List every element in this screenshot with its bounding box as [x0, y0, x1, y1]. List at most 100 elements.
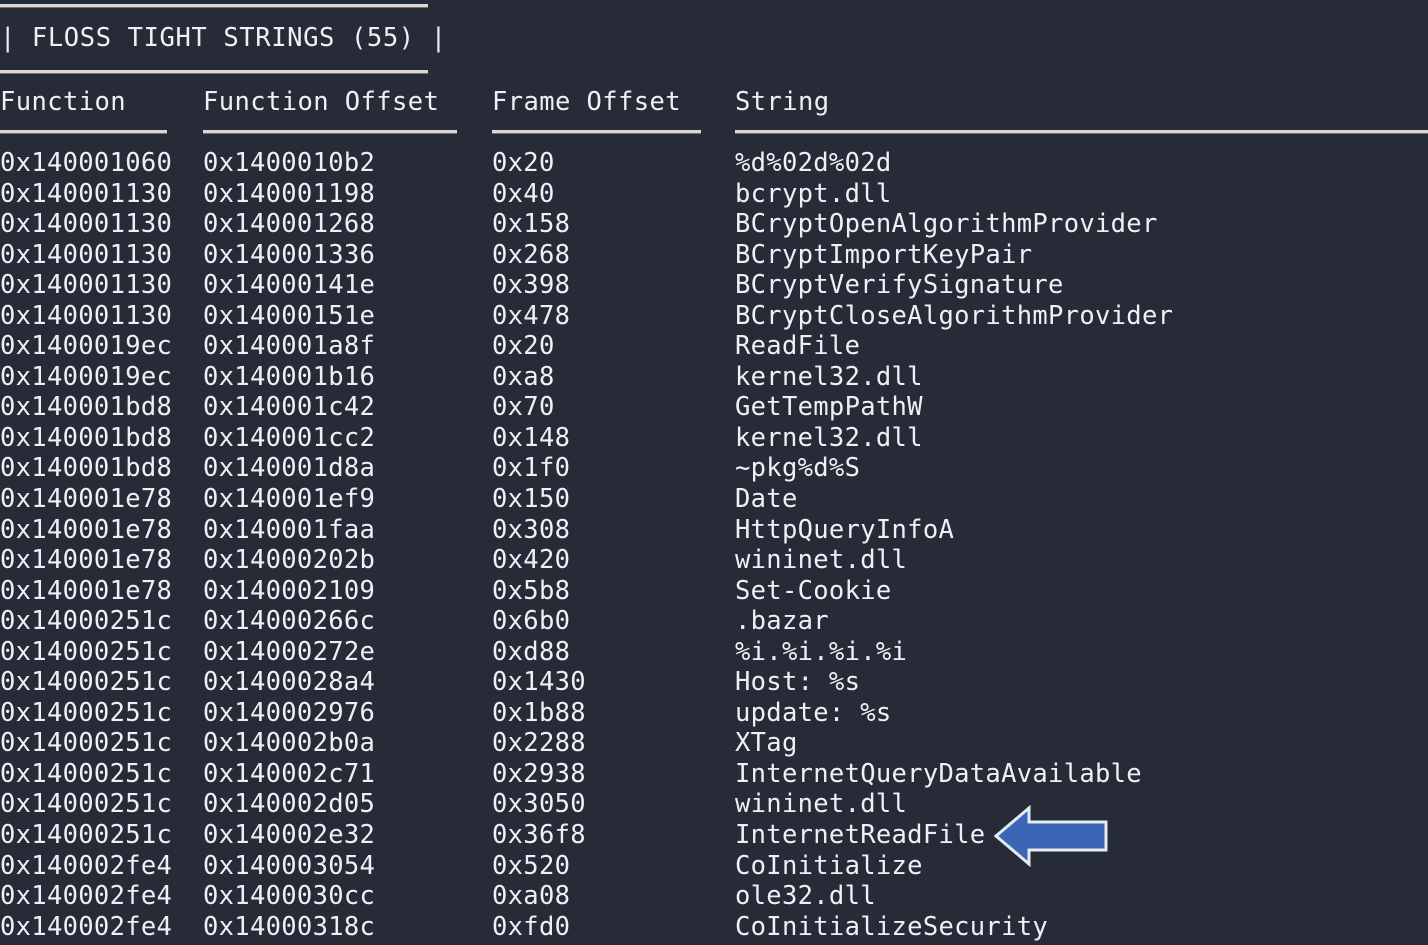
cell-function-offset: 0x14000272e	[203, 636, 376, 667]
cell-function-offset: 0x14000151e	[203, 300, 376, 331]
table-row[interactable]: 0x140001e78 0x14000202b 0x420 wininet.dll	[0, 545, 1428, 576]
cell-frame-offset: 0x40	[492, 178, 555, 209]
cell-function: 0x140002fe4	[0, 850, 173, 881]
table-row[interactable]: 0x140002fe4 0x1400030cc 0xa08 ole32.dll	[0, 881, 1428, 912]
cell-function-offset: 0x140001a8f	[203, 331, 376, 362]
cell-string: BCryptImportKeyPair	[735, 239, 1033, 270]
cell-function-offset: 0x1400028a4	[203, 667, 376, 698]
floss-tight-strings-panel: | FLOSS TIGHT STRINGS (55) | Function Fu…	[0, 0, 1428, 945]
cell-function: 0x140001e78	[0, 514, 173, 545]
cell-function-offset: 0x1400010b2	[203, 148, 376, 178]
table-row[interactable]: 0x1400019ec 0x140001b16 0xa8 kernel32.dll	[0, 362, 1428, 393]
cell-frame-offset: 0xa08	[492, 881, 571, 912]
table-row[interactable]: 0x140001e78 0x140001ef9 0x150 Date	[0, 484, 1428, 515]
cell-string: CoInitializeSecurity	[735, 911, 1049, 942]
cell-function-offset: 0x140001d8a	[203, 453, 376, 484]
table-row[interactable]: 0x14000251c 0x140002e32 0x36f8 InternetRead…	[0, 820, 1428, 851]
cell-function-offset: 0x140001cc2	[203, 422, 376, 453]
cell-string: XTag	[735, 728, 798, 759]
cell-function: 0x1400019ec	[0, 331, 173, 362]
cell-function-offset: 0x140003054	[203, 850, 376, 881]
table-row[interactable]: 0x14000251c 0x14000272e 0xd88 %i.%i.%i.%i	[0, 637, 1428, 668]
column-header-function[interactable]: Function	[0, 86, 126, 118]
table-row[interactable]: 0x140001130 0x140001268 0x158 BCryptOpenAlg…	[0, 209, 1428, 240]
cell-function: 0x140001130	[0, 178, 173, 209]
cell-frame-offset: 0xa8	[492, 361, 555, 392]
cell-frame-offset: 0x2288	[492, 728, 586, 759]
table-row[interactable]: 0x1400019ec 0x140001a8f 0x20 ReadFile	[0, 331, 1428, 362]
table-header-row: Function Function Offset Frame Offset St…	[0, 86, 1428, 120]
cell-frame-offset: 0x308	[492, 514, 571, 545]
cell-function-offset: 0x140001ef9	[203, 484, 376, 515]
cell-function: 0x14000251c	[0, 820, 173, 851]
table-row[interactable]: 0x140001e78 0x140001faa 0x308 HttpQueryInfo…	[0, 515, 1428, 546]
cell-function: 0x14000251c	[0, 606, 173, 637]
cell-function-offset: 0x140002109	[203, 575, 376, 606]
cell-frame-offset: 0x3050	[492, 789, 586, 820]
arrow-left-icon	[993, 805, 1109, 867]
table-row[interactable]: 0x14000251c 0x140002b0a 0x2288 XTag	[0, 728, 1428, 759]
cell-function-offset: 0x140002c71	[203, 758, 376, 789]
table-row[interactable]: 0x14000251c 0x140002976 0x1b88 update: %s	[0, 698, 1428, 729]
cell-frame-offset: 0x420	[492, 545, 571, 576]
table-row[interactable]: 0x140002fe4 0x14000318c 0xfd0 CoInitializeS…	[0, 912, 1428, 943]
column-rule-function-offset	[203, 130, 457, 133]
cell-string: wininet.dll	[735, 545, 908, 576]
cell-function-offset: 0x140002e32	[203, 820, 376, 851]
cell-function-offset: 0x140001198	[203, 178, 376, 209]
cell-function: 0x14000251c	[0, 667, 173, 698]
cell-string: ~pkg%d%S	[735, 453, 861, 484]
table-row[interactable]: 0x140001130 0x140001198 0x40 bcrypt.dll	[0, 179, 1428, 210]
cell-function-offset: 0x14000202b	[203, 545, 376, 576]
cell-frame-offset: 0x1430	[492, 667, 586, 698]
cell-frame-offset: 0x158	[492, 209, 571, 240]
cell-function: 0x140002fe4	[0, 911, 173, 942]
cell-function: 0x140001bd8	[0, 392, 173, 423]
cell-function: 0x14000251c	[0, 697, 173, 728]
table-row[interactable]: 0x14000251c 0x14000266c 0x6b0 .bazar	[0, 606, 1428, 637]
cell-function-offset: 0x140002d05	[203, 789, 376, 820]
cell-frame-offset: 0x2938	[492, 758, 586, 789]
table-row[interactable]: 0x140001bd8 0x140001c42 0x70 GetTempPathW	[0, 392, 1428, 423]
table-row[interactable]: 0x140001060 0x1400010b2 0x20 %d%02d%02d	[0, 148, 1428, 179]
table-row[interactable]: 0x140001bd8 0x140001cc2 0x148 kernel32.dll	[0, 423, 1428, 454]
cell-frame-offset: 0x20	[492, 148, 555, 178]
table-row[interactable]: 0x140001130 0x14000141e 0x398 BCryptVerifyS…	[0, 270, 1428, 301]
table-row[interactable]: 0x140001130 0x14000151e 0x478 BCryptCloseAl…	[0, 301, 1428, 332]
column-header-frame-offset[interactable]: Frame Offset	[492, 86, 681, 118]
cell-function: 0x140001e78	[0, 575, 173, 606]
table-row[interactable]: 0x140002fe4 0x140003054 0x520 CoInitialize	[0, 851, 1428, 882]
cell-frame-offset: 0x70	[492, 392, 555, 423]
table-row[interactable]: 0x140001130 0x140001336 0x268 BCryptImportK…	[0, 240, 1428, 271]
page-title: | FLOSS TIGHT STRINGS (55) |	[0, 23, 447, 53]
cell-frame-offset: 0x1f0	[492, 453, 571, 484]
cell-frame-offset: 0x520	[492, 850, 571, 881]
cell-function: 0x140002fe4	[0, 881, 173, 912]
cell-function: 0x140001e78	[0, 545, 173, 576]
table-row[interactable]: 0x140001e78 0x140002109 0x5b8 Set-Cookie	[0, 576, 1428, 607]
column-header-function-offset[interactable]: Function Offset	[203, 86, 439, 118]
cell-frame-offset: 0x268	[492, 239, 571, 270]
cell-function: 0x140001130	[0, 239, 173, 270]
table-row[interactable]: 0x140001bd8 0x140001d8a 0x1f0 ~pkg%d%S	[0, 453, 1428, 484]
cell-string: BCryptVerifySignature	[735, 270, 1064, 301]
cell-function: 0x14000251c	[0, 758, 173, 789]
cell-function: 0x14000251c	[0, 728, 173, 759]
column-header-string[interactable]: String	[735, 86, 830, 118]
cell-function-offset: 0x140001268	[203, 209, 376, 240]
table-body: 0x140001060 0x1400010b2 0x20 %d%02d%02d 0x14…	[0, 148, 1428, 942]
cell-function: 0x140001130	[0, 270, 173, 301]
cell-function-offset: 0x140002976	[203, 697, 376, 728]
cell-function-offset: 0x140001c42	[203, 392, 376, 423]
table-row[interactable]: 0x14000251c 0x140002c71 0x2938 InternetQuer…	[0, 759, 1428, 790]
cell-frame-offset: 0x398	[492, 270, 571, 301]
cell-function-offset: 0x140001faa	[203, 514, 376, 545]
column-rule-function	[0, 130, 167, 133]
cell-function: 0x140001130	[0, 209, 173, 240]
cell-function-offset: 0x140001336	[203, 239, 376, 270]
column-rule-frame-offset	[492, 130, 701, 133]
cell-function-offset: 0x1400030cc	[203, 881, 376, 912]
cell-frame-offset: 0x148	[492, 422, 571, 453]
table-row[interactable]: 0x14000251c 0x1400028a4 0x1430 Host: %s	[0, 667, 1428, 698]
table-row[interactable]: 0x14000251c 0x140002d05 0x3050 wininet.dll	[0, 789, 1428, 820]
